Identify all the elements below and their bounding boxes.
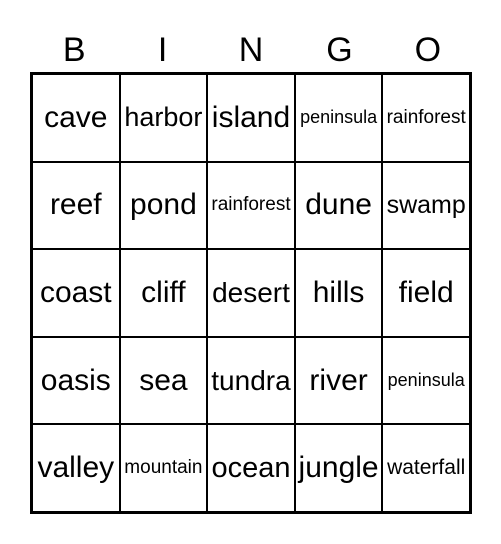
header-letter-n: N (238, 31, 264, 69)
cell-word: cave (44, 100, 108, 134)
bingo-cell[interactable]: peninsula (382, 336, 470, 425)
bingo-cell[interactable]: valley (32, 424, 120, 512)
bingo-cell[interactable]: waterfall (382, 424, 470, 512)
bingo-cell[interactable]: desert (207, 249, 295, 337)
cell-word: hills (312, 275, 365, 309)
header-letter-i: I (157, 31, 168, 69)
cell-word: desert (212, 276, 290, 308)
bingo-cell[interactable]: peninsula (294, 74, 383, 162)
header-letter-g: G (326, 31, 353, 69)
cell-word: pond (130, 188, 197, 222)
cell-word: river (309, 363, 368, 397)
header-letter-b: B (62, 31, 86, 69)
cell-word: peninsula (300, 107, 378, 128)
bingo-cell[interactable]: coast (32, 249, 120, 337)
bingo-cell[interactable]: hills (294, 249, 383, 337)
bingo-header: B I N G O (30, 30, 472, 70)
bingo-cell[interactable]: rainforest (207, 161, 295, 250)
cell-word: harbor (124, 102, 203, 133)
cell-word: peninsula (387, 370, 465, 391)
cell-word: oasis (40, 363, 111, 397)
header-letter-o: O (414, 31, 442, 69)
cell-word: valley (37, 451, 115, 485)
bingo-cell[interactable]: sea (119, 336, 208, 425)
bingo-cell[interactable]: reef (32, 161, 120, 250)
cell-word: field (398, 275, 454, 309)
cell-word: rainforest (211, 194, 291, 216)
bingo-cell[interactable]: swamp (382, 161, 470, 250)
bingo-cell[interactable]: cliff (119, 249, 208, 337)
bingo-cell[interactable]: field (382, 249, 470, 337)
bingo-cell[interactable]: mountain (119, 424, 208, 512)
bingo-cell[interactable]: pond (119, 161, 208, 250)
bingo-cell[interactable]: dune (294, 161, 383, 250)
cell-word: cliff (141, 275, 186, 309)
bingo-cell[interactable]: tundra (207, 336, 295, 425)
bingo-cell[interactable]: cave (32, 74, 120, 162)
bingo-cell[interactable]: ocean (207, 424, 295, 512)
cell-word: ocean (211, 451, 291, 484)
bingo-cell[interactable]: jungle (294, 424, 383, 512)
cell-word: swamp (386, 190, 466, 219)
cell-word: jungle (298, 451, 379, 485)
cell-word: rainforest (386, 106, 466, 128)
bingo-cell[interactable]: river (294, 336, 383, 425)
bingo-cell[interactable]: oasis (32, 336, 120, 425)
bingo-cell[interactable]: rainforest (382, 74, 470, 162)
cell-word: mountain (124, 457, 203, 479)
cell-word: island (211, 100, 291, 134)
cell-word: sea (139, 363, 188, 397)
cell-word: dune (305, 188, 372, 222)
cell-word: waterfall (387, 456, 466, 480)
cell-word: coast (39, 275, 112, 309)
cell-word: reef (49, 188, 102, 222)
bingo-cell[interactable]: island (207, 74, 295, 162)
bingo-cell[interactable]: harbor (119, 74, 208, 162)
cell-word: tundra (211, 364, 291, 396)
bingo-grid: cave harbor island peninsula rainforest reef p… (30, 72, 472, 514)
